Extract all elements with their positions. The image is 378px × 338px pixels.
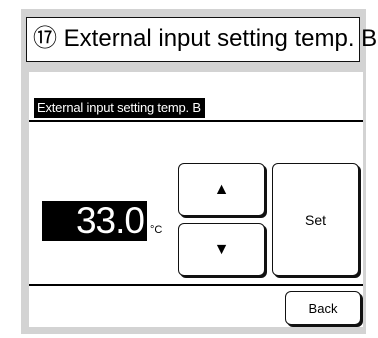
temperature-value: 33.0: [42, 201, 147, 241]
temperature-unit: °C: [150, 224, 163, 236]
back-button-label: Back: [308, 300, 338, 316]
back-button[interactable]: Back: [285, 291, 361, 325]
footer-divider: [29, 284, 363, 286]
up-arrow-icon: ▲: [213, 180, 230, 198]
down-arrow-icon: ▼: [213, 240, 230, 258]
screen-header: External input setting temp. B: [34, 98, 205, 118]
set-button-label: Set: [304, 211, 326, 228]
header-divider: [29, 120, 363, 122]
set-button[interactable]: Set: [272, 163, 359, 276]
increase-button[interactable]: ▲: [178, 163, 265, 216]
decrease-button[interactable]: ▼: [178, 223, 265, 276]
controller-screen: External input setting temp. B 33.0 °C ▲…: [29, 72, 363, 327]
page-title: ⑰ External input setting temp. B: [26, 17, 377, 62]
